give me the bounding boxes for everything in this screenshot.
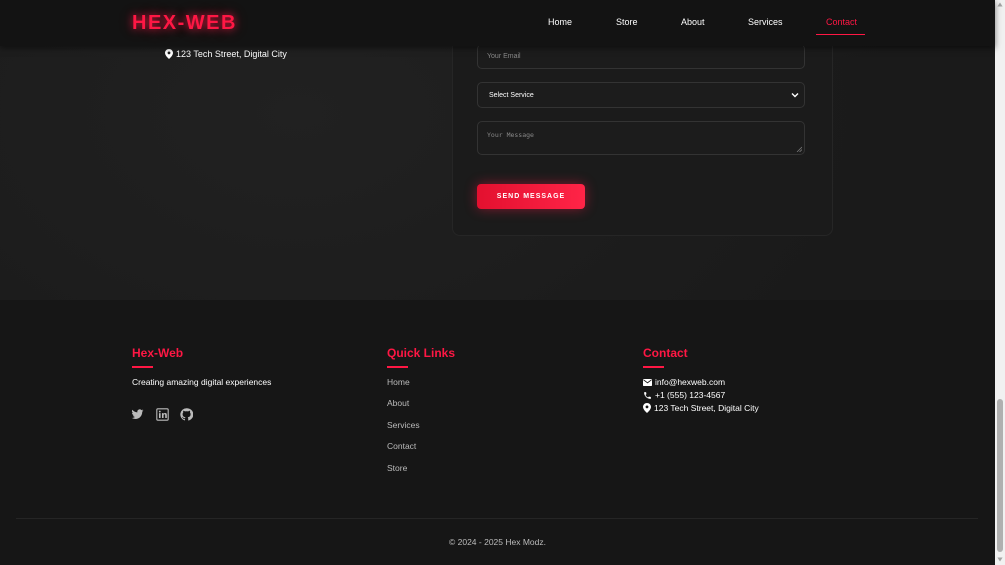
email-placeholder: Your Email	[487, 53, 521, 60]
footer-about-title: Hex-Web	[132, 346, 184, 360]
footer-divider	[16, 518, 978, 519]
envelope-icon	[643, 378, 652, 386]
footer-quick-links-title: Quick Links	[387, 346, 456, 360]
footer-contact-email: info@hexweb.com	[643, 377, 725, 387]
scroll-down-arrow-icon[interactable]	[997, 557, 1003, 562]
footer-contact-rule	[643, 366, 664, 368]
footer-contact-title: Contact	[643, 346, 688, 360]
navbar: HEX-WEB Home Store About Services Contac…	[0, 0, 995, 46]
nav-services[interactable]: Services	[748, 17, 783, 27]
chevron-down-icon	[791, 91, 799, 99]
service-select-value: Select Service	[489, 92, 534, 99]
footer-tagline: Creating amazing digital experiences	[132, 377, 272, 387]
nav-about[interactable]: About	[681, 17, 705, 27]
page-scrollbar[interactable]	[995, 0, 1005, 565]
service-select[interactable]: Select Service	[477, 82, 805, 108]
send-message-button[interactable]: SEND MESSAGE	[477, 184, 585, 209]
footer-link-about[interactable]: About	[387, 398, 409, 408]
footer-contact-address: 123 Tech Street, Digital City	[643, 403, 759, 413]
nav-contact[interactable]: Contact	[826, 17, 857, 27]
scroll-up-arrow-icon[interactable]	[997, 2, 1003, 7]
footer: Hex-Web Creating amazing digital experie…	[0, 300, 995, 565]
footer-link-services[interactable]: Services	[387, 420, 420, 430]
brand-logo[interactable]: HEX-WEB	[132, 12, 237, 35]
footer-link-contact[interactable]: Contact	[387, 441, 416, 451]
footer-about-rule	[132, 366, 153, 368]
footer-email-text: info@hexweb.com	[655, 377, 726, 387]
copyright-text: © 2024 - 2025 Hex Modz.	[449, 537, 546, 547]
map-pin-icon	[165, 49, 173, 59]
address-text: 123 Tech Street, Digital City	[176, 49, 287, 59]
footer-link-store[interactable]: Store	[387, 463, 407, 473]
map-pin-icon	[643, 403, 651, 413]
github-icon[interactable]	[180, 408, 193, 421]
nav-active-indicator	[816, 34, 865, 35]
nav-home[interactable]: Home	[548, 17, 572, 27]
footer-link-home[interactable]: Home	[387, 377, 410, 387]
footer-address-text: 123 Tech Street, Digital City	[654, 403, 759, 413]
scrollbar-thumb[interactable]	[997, 399, 1003, 552]
phone-icon	[643, 391, 652, 400]
linkedin-icon[interactable]	[156, 408, 169, 421]
page: HEX-WEB Home Store About Services Contac…	[0, 0, 995, 565]
message-field[interactable]: Your Message	[477, 121, 805, 155]
resize-grip-icon[interactable]	[796, 146, 802, 152]
contact-info-address: 123 Tech Street, Digital City	[165, 49, 287, 59]
email-field[interactable]: Your Email	[477, 44, 805, 69]
footer-phone-text: +1 (555) 123-4567	[655, 390, 726, 400]
twitter-icon[interactable]	[131, 408, 144, 421]
nav-store[interactable]: Store	[616, 17, 638, 27]
footer-contact-phone: +1 (555) 123-4567	[643, 390, 725, 400]
footer-quick-links-rule	[387, 366, 408, 368]
message-placeholder: Your Message	[487, 131, 534, 139]
